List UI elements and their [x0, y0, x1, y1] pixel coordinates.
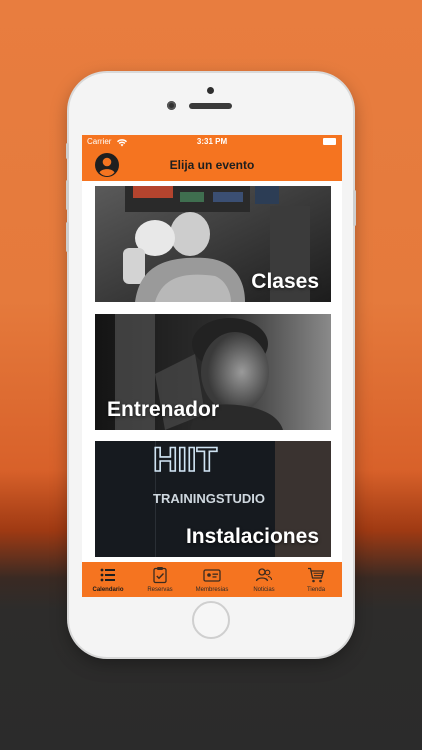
- app-header: Elija un evento: [82, 149, 342, 181]
- users-icon: [255, 568, 273, 582]
- page-title: Elija un evento: [169, 158, 255, 172]
- front-camera: [167, 101, 176, 110]
- shopping-cart-icon: [308, 567, 325, 583]
- list-icon: [100, 568, 115, 582]
- proximity-sensor: [207, 87, 214, 94]
- app-screen: Carrier 3:31 PM Elija un evento Clases E…: [82, 135, 342, 597]
- battery-icon: [323, 138, 336, 145]
- volume-up-button: [66, 180, 69, 210]
- event-card-entrenador[interactable]: Entrenador: [95, 314, 331, 430]
- tab-label: Tienda: [306, 587, 326, 593]
- earpiece-speaker: [189, 103, 232, 109]
- clipboard-check-icon: [153, 567, 167, 584]
- event-list: Clases Entrenador HIIT TRAININGSTUDIO In…: [82, 181, 342, 562]
- tab-calendario[interactable]: Calendario: [82, 562, 134, 597]
- tab-membresias[interactable]: Membresias: [186, 562, 238, 597]
- event-card-label: Instalaciones: [185, 525, 319, 548]
- sign-hiit-text: HIIT: [153, 441, 217, 479]
- tab-reservas[interactable]: Reservas: [134, 562, 186, 597]
- tab-label: Calendario: [92, 587, 124, 593]
- tab-tienda[interactable]: Tienda: [290, 562, 342, 597]
- home-button[interactable]: [192, 601, 230, 639]
- tab-label: Reservas: [147, 587, 173, 593]
- tab-label: Membresias: [195, 587, 229, 593]
- tab-noticias[interactable]: Noticias: [238, 562, 290, 597]
- membership-card-icon: [203, 569, 221, 582]
- clock: 3:31 PM: [196, 137, 228, 146]
- event-card-instalaciones[interactable]: HIIT TRAININGSTUDIO Instalaciones: [95, 441, 331, 557]
- event-card-label: Clases: [251, 270, 319, 293]
- event-card-clases[interactable]: Clases: [95, 186, 331, 302]
- mute-switch: [66, 143, 69, 159]
- volume-down-button: [66, 222, 69, 252]
- tab-bar: Calendario Reservas Membresias Noticias …: [82, 562, 342, 597]
- sign-studio-text: TRAININGSTUDIO: [153, 491, 265, 506]
- status-bar: Carrier 3:31 PM: [82, 135, 342, 149]
- tab-label: Noticias: [253, 587, 275, 593]
- power-button: [353, 190, 356, 226]
- event-card-label: Entrenador: [107, 398, 220, 421]
